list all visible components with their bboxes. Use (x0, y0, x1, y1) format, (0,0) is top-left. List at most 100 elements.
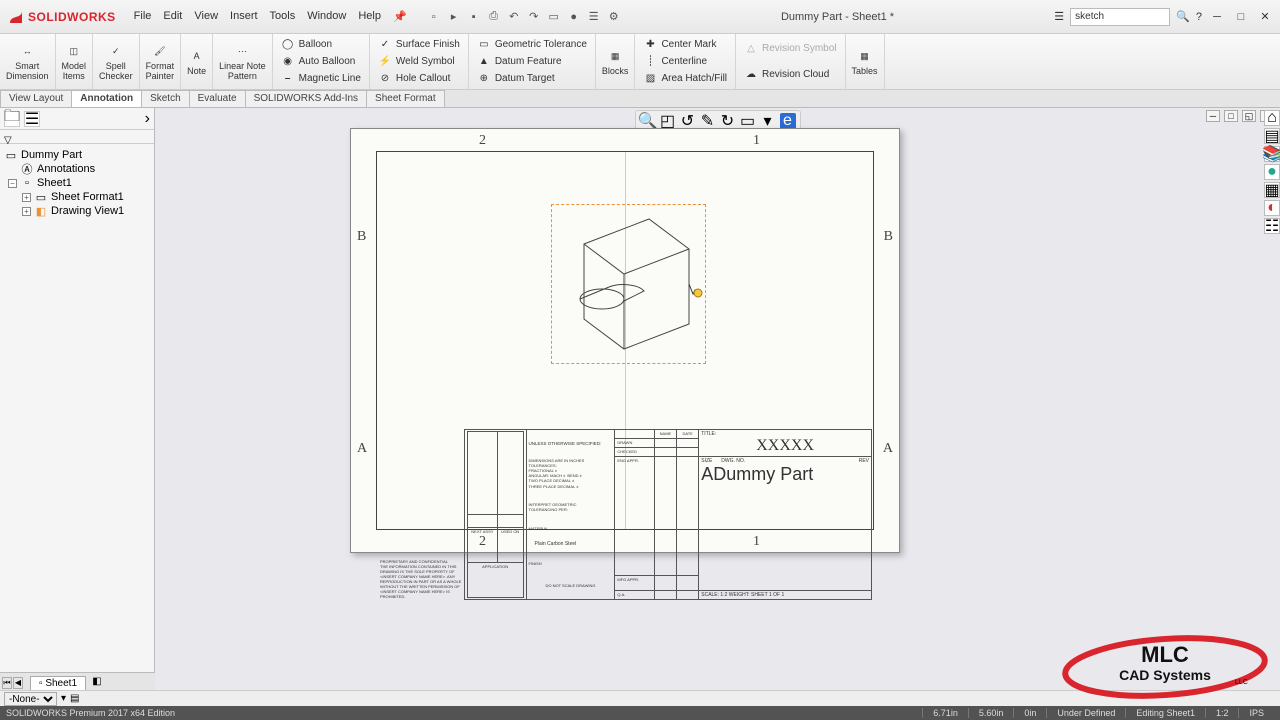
magnetic-line-button[interactable]: ⎯Magnetic Line (279, 72, 363, 86)
search-input[interactable]: sketch (1070, 8, 1170, 26)
spell-checker-button[interactable]: ✓SpellChecker (93, 34, 140, 89)
area-hatch-button[interactable]: ▨Area Hatch/Fill (641, 72, 729, 86)
tab-evaluate[interactable]: Evaluate (189, 90, 246, 107)
smart-dimension-button[interactable]: ↔SmartDimension (0, 34, 56, 89)
tree-annotations[interactable]: Ⓐ Annotations (2, 162, 152, 176)
design-library-icon[interactable]: 📚 (1264, 146, 1280, 162)
zone-right-b: B (884, 229, 893, 245)
status-units[interactable]: IPS (1238, 708, 1274, 718)
custom-props-icon[interactable]: ☷ (1264, 218, 1280, 234)
drawing-title: XXXXX (701, 437, 869, 455)
expand-icon[interactable]: + (22, 193, 31, 202)
display-style-icon[interactable]: ↻ (720, 113, 736, 129)
tree-drawing-view[interactable]: + ◧ Drawing View1 (2, 204, 152, 218)
mdi-max-button[interactable]: ◱ (1242, 110, 1256, 122)
print-icon[interactable]: ⎙ (487, 10, 501, 24)
surface-finish-button[interactable]: ✓Surface Finish (376, 38, 462, 52)
revision-cloud-button[interactable]: ☁Revision Cloud (742, 67, 838, 81)
sheet-nav-prev[interactable]: ◀ (13, 677, 23, 689)
collapse-icon[interactable]: − (8, 179, 17, 188)
centerline-button[interactable]: ┊Centerline (641, 55, 729, 69)
zone-top-1: 1 (753, 133, 760, 149)
status-scale[interactable]: 1:2 (1205, 708, 1239, 718)
new-icon[interactable]: ▫ (427, 10, 441, 24)
help-icon[interactable]: ? (1196, 11, 1202, 23)
title-block[interactable]: PROPRIETARY AND CONFIDENTIAL THE INFORMA… (378, 429, 872, 527)
tab-addins[interactable]: SOLIDWORKS Add-Ins (245, 90, 367, 107)
auto-balloon-button[interactable]: ◉Auto Balloon (279, 55, 363, 69)
ribbon: ↔SmartDimension ◫ModelItems ✓SpellChecke… (0, 34, 1280, 90)
menu-window[interactable]: Window (307, 10, 346, 23)
3d-view-icon[interactable]: e (780, 113, 796, 129)
mdi-restore-button[interactable]: □ (1224, 110, 1238, 122)
home-icon[interactable]: ⌂ (1264, 110, 1280, 126)
note-button[interactable]: ANote (181, 34, 213, 89)
model-items-button[interactable]: ◫ModelItems (56, 34, 94, 89)
geometric-tolerance-button[interactable]: ▭Geometric Tolerance (475, 38, 589, 52)
view-settings-icon[interactable]: ▾ (760, 113, 776, 129)
expand-icon[interactable]: + (22, 207, 31, 216)
settings-gear-icon[interactable]: ⚙ (607, 10, 621, 24)
center-mark-button[interactable]: ✚Center Mark (641, 38, 729, 52)
menu-view[interactable]: View (194, 10, 218, 23)
undo-icon[interactable]: ↶ (507, 10, 521, 24)
search-icon[interactable]: 🔍 (1176, 10, 1190, 23)
balloon-button[interactable]: ◯Balloon (279, 38, 363, 52)
layer-select[interactable]: -None- (4, 692, 57, 706)
menu-help[interactable]: Help (358, 10, 381, 23)
hide-show-icon[interactable]: ▭ (740, 113, 756, 129)
search-commands-icon[interactable]: ☰ (1054, 10, 1064, 23)
open-icon[interactable]: ▸ (447, 10, 461, 24)
tab-sheet-format[interactable]: Sheet Format (366, 90, 445, 107)
menu-file[interactable]: File (134, 10, 152, 23)
layer-dropdown-icon[interactable]: ▾ (61, 693, 66, 704)
select-icon[interactable]: ▭ (547, 10, 561, 24)
drawing-sheet[interactable]: 2 1 2 1 B A B A (350, 128, 900, 553)
tree-sheet1[interactable]: − ▫ Sheet1 (2, 176, 152, 190)
options-icon[interactable]: ☰ (587, 10, 601, 24)
rebuild-icon[interactable]: ● (567, 10, 581, 24)
sheet-nav-first[interactable]: ⏮ (2, 677, 12, 689)
isometric-part[interactable] (554, 209, 704, 359)
zoom-fit-icon[interactable]: 🔍 (640, 113, 656, 129)
menu-tools[interactable]: Tools (270, 10, 296, 23)
zoom-area-icon[interactable]: ◰ (660, 113, 676, 129)
maximize-button[interactable]: □ (1232, 10, 1250, 24)
appearances-icon[interactable]: ◐ (1264, 200, 1280, 216)
tab-sketch[interactable]: Sketch (141, 90, 190, 107)
filter-tree-icon[interactable]: ▽ (4, 135, 12, 146)
add-sheet-button[interactable]: ◧ (90, 676, 104, 690)
menu-insert[interactable]: Insert (230, 10, 258, 23)
format-painter-button[interactable]: 🖌FormatPainter (140, 34, 182, 89)
tree-root[interactable]: ▭ Dummy Part (2, 148, 152, 162)
tab-annotation[interactable]: Annotation (71, 90, 142, 107)
tables-button[interactable]: ▦Tables (846, 34, 885, 89)
property-manager-tab-icon[interactable]: ☰ (24, 111, 40, 127)
view-palette-icon[interactable]: ▦ (1264, 182, 1280, 198)
tree-sheet-format[interactable]: + ▭ Sheet Format1 (2, 190, 152, 204)
save-icon[interactable]: ▪ (467, 10, 481, 24)
layer-props-icon[interactable]: ▤ (70, 693, 79, 704)
close-button[interactable]: ✕ (1256, 10, 1274, 24)
linear-note-pattern-button[interactable]: ⋯Linear NotePattern (213, 34, 273, 89)
feature-tree-tab-icon[interactable]: 🗀 (4, 111, 20, 127)
datum-target-button[interactable]: ⊕Datum Target (475, 72, 589, 86)
blocks-button[interactable]: ▦Blocks (596, 34, 636, 89)
hole-callout-button[interactable]: ⊘Hole Callout (376, 72, 462, 86)
linear-pattern-icon: ⋯ (233, 42, 251, 60)
mdi-min-button[interactable]: ─ (1206, 110, 1220, 122)
file-explorer-icon[interactable]: ● (1264, 164, 1280, 180)
minimize-button[interactable]: ─ (1208, 10, 1226, 24)
sheet1-tab[interactable]: ▫ Sheet1 (30, 676, 86, 690)
weld-symbol-button[interactable]: ⚡Weld Symbol (376, 55, 462, 69)
section-view-icon[interactable]: ✎ (700, 113, 716, 129)
sidebar-expand-icon[interactable]: › (145, 110, 150, 128)
menu-edit[interactable]: Edit (163, 10, 182, 23)
prev-view-icon[interactable]: ↺ (680, 113, 696, 129)
redo-icon[interactable]: ↷ (527, 10, 541, 24)
status-bar: SOLIDWORKS Premium 2017 x64 Edition 6.71… (0, 706, 1280, 720)
resources-icon[interactable]: ▤ (1264, 128, 1280, 144)
drawing-canvas[interactable]: 🔍 ◰ ↺ ✎ ↻ ▭ ▾ e ─ □ ◱ ✕ 2 1 2 1 B A B A (155, 108, 1280, 690)
datum-feature-button[interactable]: ▲Datum Feature (475, 55, 589, 69)
pin-icon[interactable]: 📌 (393, 10, 407, 23)
